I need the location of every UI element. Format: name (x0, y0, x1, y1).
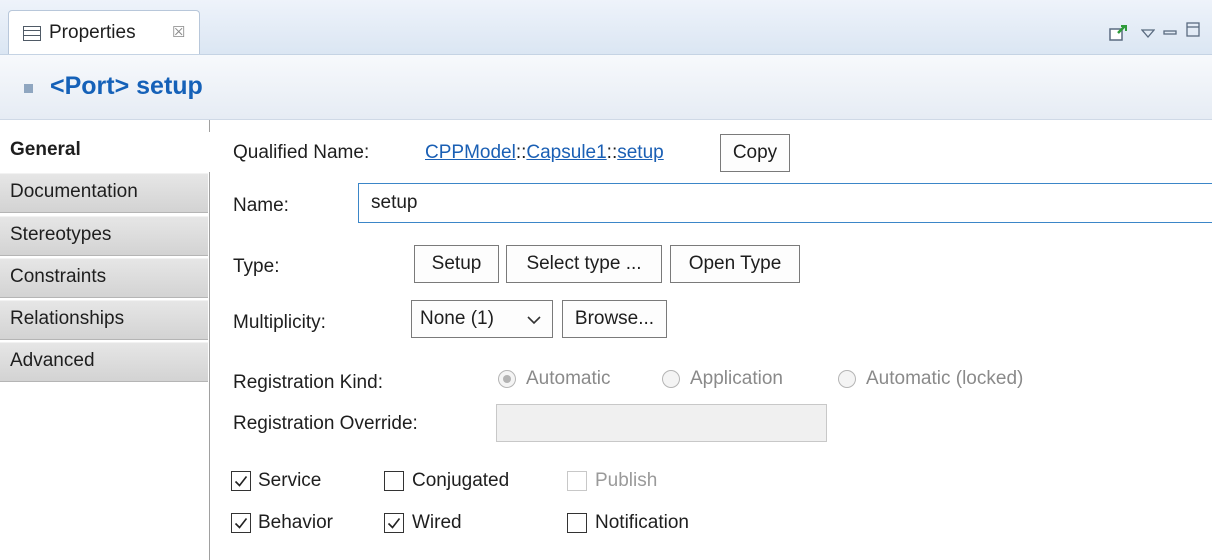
publish-checkbox[interactable] (567, 471, 587, 491)
radio-automatic-label: Automatic (526, 368, 611, 389)
qualified-name-link-capsule[interactable]: Capsule1 (526, 142, 606, 163)
wired-checkbox[interactable] (384, 513, 404, 533)
type-value-button[interactable]: Setup (414, 245, 499, 283)
qualified-name-separator: :: (515, 142, 527, 163)
service-checkbox[interactable] (231, 471, 251, 491)
copy-button[interactable]: Copy (720, 134, 790, 172)
conjugated-label: Conjugated (412, 470, 510, 491)
notification-label: Notification (595, 512, 689, 533)
close-tab-icon[interactable]: ☒ (172, 23, 185, 41)
qualified-name-label: Qualified Name: (233, 142, 370, 163)
port-icon (24, 84, 33, 93)
wired-label: Wired (412, 512, 462, 533)
tab-advanced[interactable]: Advanced (0, 342, 208, 382)
notification-checkbox[interactable] (567, 513, 587, 533)
multiplicity-select[interactable]: None (1) (411, 300, 553, 338)
publish-label: Publish (595, 470, 658, 491)
dropdown-chevron-icon (526, 311, 542, 333)
service-label: Service (258, 470, 322, 491)
registration-kind-label: Registration Kind: (233, 372, 383, 393)
page-title: <Port> setup (50, 72, 203, 100)
properties-view-tab[interactable]: Properties ☒ (8, 10, 200, 54)
radio-automatic[interactable] (498, 370, 516, 388)
tab-relationships[interactable]: Relationships (0, 300, 208, 340)
maximize-icon[interactable] (1186, 22, 1200, 38)
browse-button[interactable]: Browse... (562, 300, 667, 338)
type-label: Type: (233, 256, 280, 277)
registration-override-label: Registration Override: (233, 413, 418, 434)
side-tab-list: General Documentation Stereotypes Constr… (0, 120, 210, 560)
radio-application-label: Application (690, 368, 783, 389)
multiplicity-selected-value: None (1) (420, 308, 494, 329)
radio-automatic-locked-label: Automatic (locked) (866, 368, 1024, 389)
tab-constraints[interactable]: Constraints (0, 258, 208, 298)
conjugated-checkbox[interactable] (384, 471, 404, 491)
registration-override-input[interactable] (496, 404, 827, 442)
tab-documentation[interactable]: Documentation (0, 173, 208, 213)
checkmark-icon (387, 518, 401, 529)
checkmark-icon (234, 476, 248, 487)
checkmark-icon (234, 518, 248, 529)
name-input[interactable]: setup (358, 183, 1212, 223)
qualified-name-path: CPPModel::Capsule1::setup (425, 142, 664, 164)
behavior-checkbox[interactable] (231, 513, 251, 533)
view-tab-title: Properties (49, 22, 136, 43)
name-label: Name: (233, 195, 289, 216)
radio-application[interactable] (662, 370, 680, 388)
qualified-name-separator: :: (606, 142, 618, 163)
minimize-icon[interactable] (1163, 24, 1177, 36)
properties-view-icon (23, 26, 41, 41)
qualified-name-link-port[interactable]: setup (617, 142, 663, 163)
tab-general[interactable]: General (0, 132, 210, 172)
radio-automatic-locked[interactable] (838, 370, 856, 388)
tab-stereotypes[interactable]: Stereotypes (0, 216, 208, 256)
open-type-button[interactable]: Open Type (670, 245, 800, 283)
pin-icon[interactable] (1109, 24, 1127, 41)
select-type-button[interactable]: Select type ... (506, 245, 662, 283)
view-menu-icon[interactable] (1140, 24, 1156, 38)
multiplicity-label: Multiplicity: (233, 312, 326, 333)
behavior-label: Behavior (258, 512, 333, 533)
qualified-name-link-model[interactable]: CPPModel (425, 142, 516, 163)
